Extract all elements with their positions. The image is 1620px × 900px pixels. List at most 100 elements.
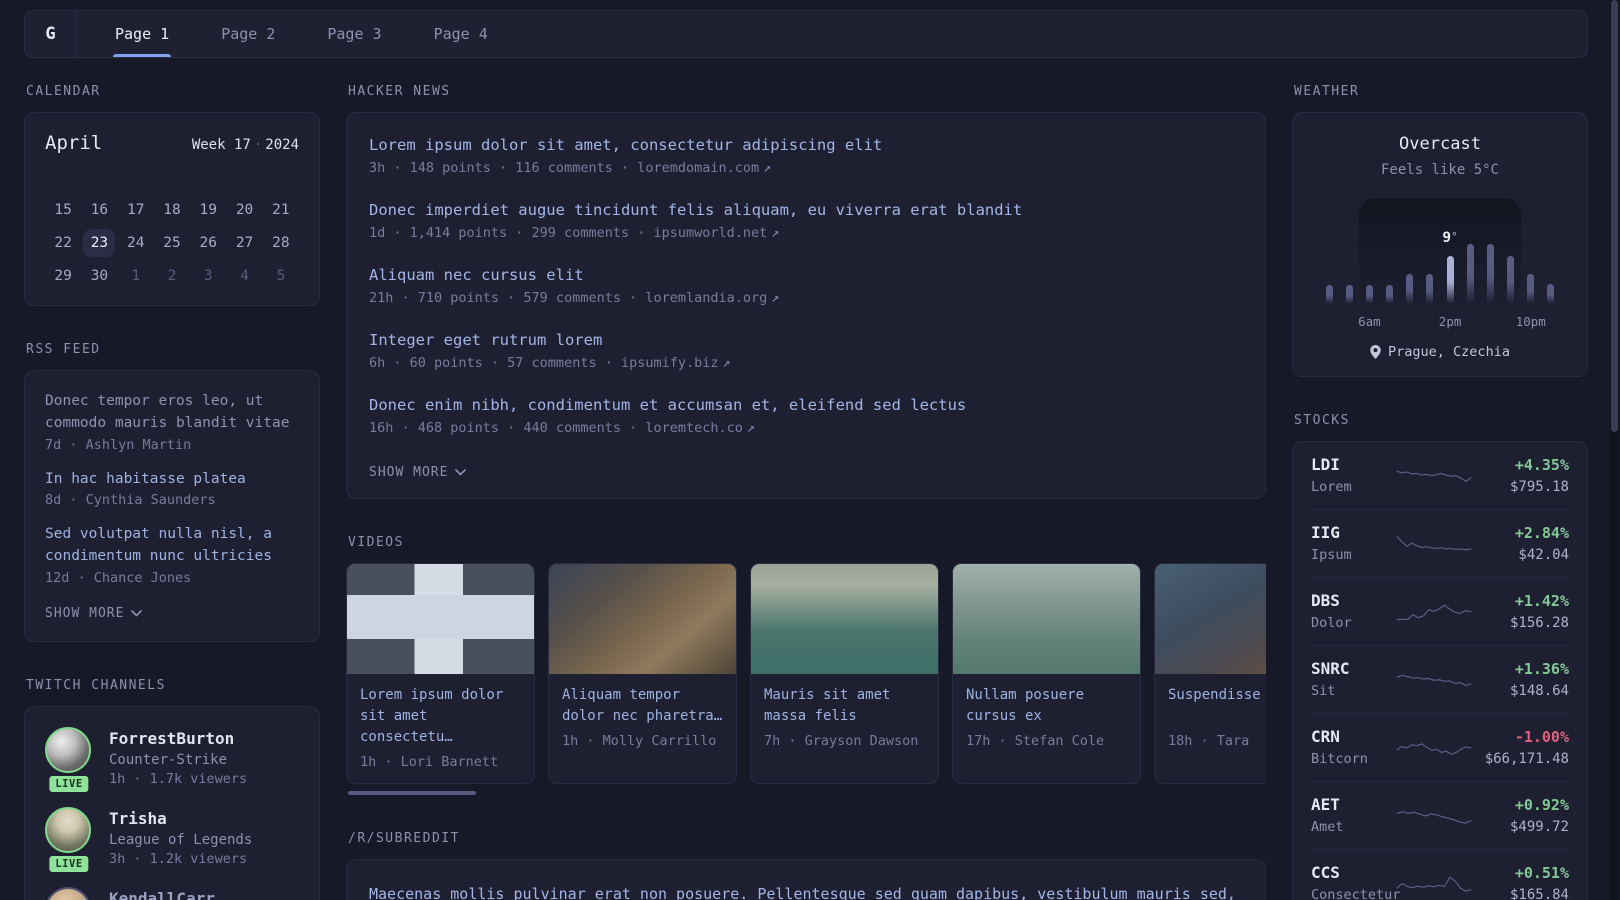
rss-show-more-label: SHOW MORE [45,605,125,621]
video-title[interactable]: Lorem ipsum dolor sit amet consectetu… [360,685,522,748]
hn-item-domain-link[interactable]: ipsumify.biz [621,355,719,371]
weather-bar [1365,285,1373,304]
video-meta: 7h · Grayson Dawson [764,733,919,749]
stock-row[interactable]: CRN Bitcorn -1.00% $66,171.48 [1311,713,1569,781]
stock-symbol: IIG [1311,523,1340,542]
hn-item-title[interactable]: Aliquam nec cursus elit [369,266,1243,284]
app-logo[interactable]: G [25,11,77,57]
section-title-weather: WEATHER [1294,84,1360,99]
page-tab[interactable]: Page 2 [195,11,301,57]
calendar-date: 15 [54,201,72,218]
rss-item-title[interactable]: Donec tempor eros leo, ut commodo mauris… [45,391,299,435]
rss-show-more-button[interactable]: SHOW MORE [45,605,143,621]
page-tab[interactable]: Page 1 [89,11,195,57]
page-tab[interactable]: Page 3 [301,11,407,57]
calendar-card: April Week 17 · 2024 15 16 17 18 19 20 21 22 23 24 2… [24,112,320,306]
twitch-channel[interactable]: LIVE ForrestBurton Counter-Strike 1h · 1… [45,726,299,795]
stock-name: Consectetur [1311,887,1401,900]
stock-row[interactable]: SNRC Sit +1.36% $148.64 [1311,645,1569,713]
video-title[interactable]: Aliquam tempor dolor nec pharetra… [562,685,724,727]
weather-bar-slot [1339,285,1359,304]
stock-row[interactable]: CCS Consectetur +0.51% $165.84 [1311,849,1569,900]
hn-item-domain-link[interactable]: ipsumworld.net [653,225,767,241]
weather-feels-like: Feels like 5°C [1380,162,1499,178]
video-card[interactable]: Mauris sit amet massa felis 7h · Grayson… [750,563,939,784]
calendar-date: 1 [131,267,141,284]
stock-name: Ipsum [1311,547,1352,563]
hn-item-title[interactable]: Integer eget rutrum lorem [369,331,1243,349]
stock-row[interactable]: AET Amet +0.92% $499.72 [1311,781,1569,849]
calendar-date-cell: 23 [81,227,117,258]
hn-item-meta: 3h · 148 points · 116 comments · loremdo… [369,160,1243,176]
hackernews-list: Lorem ipsum dolor sit amet, consectetur … [369,136,1243,436]
twitch-channel-list: LIVE ForrestBurton Counter-Strike 1h · 1… [45,726,299,900]
stock-values: +0.92% $499.72 [1473,796,1569,835]
calendar-week-year: Week 17 · 2024 [192,137,299,153]
calendar-date-cell: 22 [45,227,81,258]
hn-item-stats: 1d · 1,414 points · 299 comments · [369,225,654,241]
page-tab[interactable]: Page 4 [408,11,514,57]
video-title[interactable]: Nullam posuere cursus ex [966,685,1128,727]
hn-item-title[interactable]: Donec imperdiet augue tincidunt felis al… [369,201,1243,219]
stock-row[interactable]: DBS Dolor +1.42% $156.28 [1311,577,1569,645]
stock-symbol: LDI [1311,455,1340,474]
page-tab-label: Page 4 [433,25,488,43]
hn-item-domain-link[interactable]: loremtech.co [645,420,743,436]
rss-item-title[interactable]: Sed volutpat nulla nisl, a condimentum n… [45,524,299,568]
rss-item-meta: 7d · Ashlyn Martin [45,436,192,453]
calendar-date: 4 [240,267,249,284]
weather-section: WEATHER Overcast Feels like 5°C 9° 6am 2p… [1292,84,1588,377]
stock-name: Sit [1311,683,1336,699]
live-badge: LIVE [46,852,92,875]
video-card[interactable]: Lorem ipsum dolor sit amet consectetu… 1… [346,563,535,784]
weather-bar [1426,274,1434,304]
weather-hour-label: 2pm [1438,314,1462,329]
hn-item-domain-link[interactable]: loremlandia.org [645,290,767,306]
rss-item-meta: 8d · Cynthia Saunders [45,492,216,509]
weather-bar-slot [1480,244,1500,304]
video-card[interactable]: Suspendisse diam 18h · Tara [1154,563,1266,784]
calendar-date-cell: 21 [263,194,299,225]
twitch-channel-info: Trisha League of Legends 3h · 1.2k viewe… [109,807,252,867]
hn-item-stats: 3h · 148 points · 116 comments · [369,160,638,176]
video-thumbnail [751,564,938,674]
section-title-hackernews: HACKER NEWS [348,84,451,99]
calendar-date: 18 [163,201,181,218]
stocks-section: STOCKS LDI Lorem +4.35% $795.18 IIG Ipsu… [1292,413,1588,900]
twitch-channel[interactable]: LIVE Trisha League of Legends 3h · 1.2k … [45,806,299,875]
location-pin-icon [1370,345,1381,359]
calendar-date-cell: 5 [263,260,299,291]
stock-change: -1.00% [1514,727,1569,746]
video-card-body: Lorem ipsum dolor sit amet consectetu… 1… [347,674,534,783]
hn-item-title[interactable]: Lorem ipsum dolor sit amet, consectetur … [369,136,1243,154]
calendar-day-header [263,168,299,194]
rss-section: RSS FEED Donec tempor eros leo, ut commo… [24,342,320,642]
video-title[interactable]: Suspendisse diam [1168,685,1266,727]
stock-sparkline [1396,674,1472,686]
hn-item-title[interactable]: Donec enim nibh, condimentum et accumsan… [369,396,1243,414]
stock-name: Bitcorn [1311,751,1368,767]
twitch-channel[interactable]: KendallCarr [45,886,299,900]
weather-bar-slot [1501,256,1521,304]
subreddit-post-title[interactable]: Maecenas mollis pulvinar erat non posuer… [369,882,1243,900]
hn-item-meta: 16h · 468 points · 440 comments · loremt… [369,420,1243,436]
weather-bar [1386,285,1394,304]
stock-row[interactable]: IIG Ipsum +2.84% $42.04 [1311,509,1569,577]
calendar-dates-grid: 15 16 17 18 19 20 21 22 23 24 25 26 27 28 29 30 1 2 3 4 5 [45,194,299,291]
stock-row[interactable]: LDI Lorem +4.35% $795.18 [1311,442,1569,509]
video-title[interactable]: Mauris sit amet massa felis [764,685,926,727]
stock-sparkline [1396,536,1472,551]
video-card[interactable]: Aliquam tempor dolor nec pharetra… 1h · … [548,563,737,784]
videos-scrollbar-thumb[interactable] [348,791,476,795]
rss-item-title[interactable]: In hac habitasse platea [45,469,299,491]
stock-symbol: AET [1311,795,1340,814]
hn-item-stats: 6h · 60 points · 57 comments · [369,355,621,371]
calendar-date-cell: 24 [118,227,154,258]
weather-condition: Overcast [1399,134,1481,154]
hackernews-show-more-button[interactable]: SHOW MORE [369,465,467,480]
video-card[interactable]: Nullam posuere cursus ex 17h · Stefan Co… [952,563,1141,784]
hn-item-domain-link[interactable]: loremdomain.com [637,160,759,176]
stock-symbol: CCS [1311,863,1340,882]
weather-bar [1466,244,1474,304]
page-scrollbar-thumb[interactable] [1611,0,1618,432]
